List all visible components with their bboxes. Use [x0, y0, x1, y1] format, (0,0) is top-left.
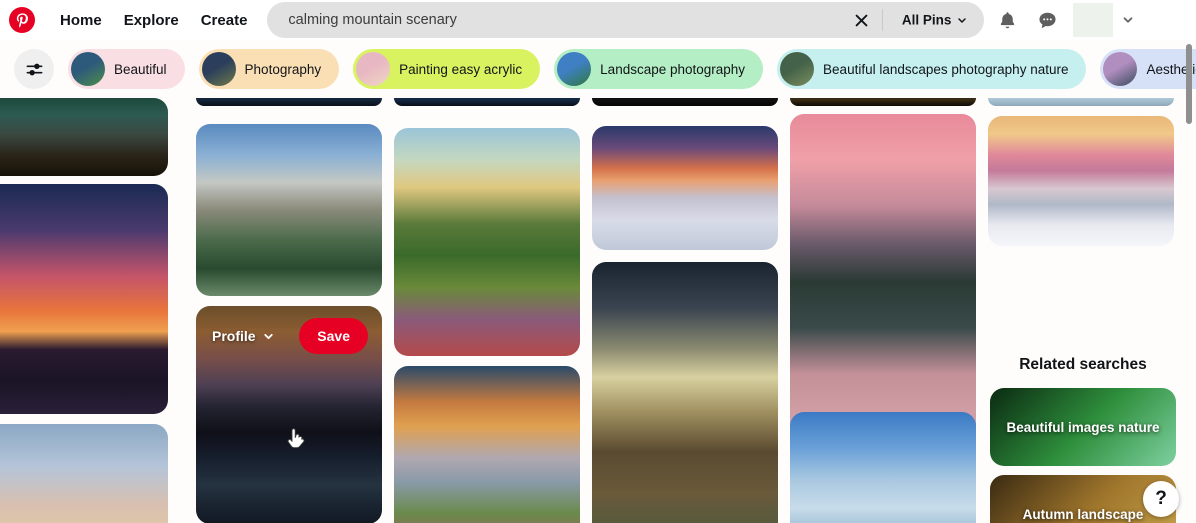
scrollbar-thumb[interactable] — [1186, 44, 1192, 124]
pin-image — [196, 124, 382, 296]
chip-thumbnail — [71, 52, 105, 86]
pin-wildflower-meadow-sunrise[interactable] — [394, 128, 580, 356]
pin-image — [0, 424, 168, 523]
pin-partial-top-6[interactable] — [988, 98, 1174, 106]
all-pins-dropdown[interactable]: All Pins — [902, 13, 969, 28]
chip-thumbnail — [557, 52, 592, 86]
search-input-value: calming mountain scenary — [288, 12, 457, 28]
pin-image — [592, 262, 778, 523]
pin-sunset-peak-reflection[interactable] — [0, 184, 168, 414]
filter-chip-row: Beautiful Photography Painting easy acryli… — [0, 40, 1196, 98]
chip-label: Beautiful — [114, 61, 167, 77]
pin-mountain-river[interactable] — [196, 124, 382, 296]
pin-partial-top-3[interactable] — [394, 98, 580, 106]
close-icon[interactable] — [848, 7, 874, 33]
filter-chip-4[interactable]: Beautiful landscapes photography nature — [777, 49, 1087, 89]
chip-label: Painting easy acrylic — [399, 61, 523, 77]
pin-image — [0, 98, 168, 176]
chip-label: Beautiful landscapes photography nature — [823, 61, 1069, 77]
pin-partial-top-5[interactable] — [790, 98, 976, 106]
related-searches-title: Related searches — [1019, 356, 1147, 373]
pin-forest-aurora[interactable] — [0, 98, 168, 176]
pin-image — [196, 98, 382, 106]
pin-image — [394, 366, 580, 523]
help-button[interactable]: ? — [1143, 481, 1179, 517]
pin-board-selector[interactable]: Profile — [212, 328, 275, 344]
pin-partial-top-2[interactable] — [196, 98, 382, 106]
pin-image — [790, 98, 976, 106]
pin-snowy-firs-dawn[interactable] — [592, 126, 778, 250]
filter-chip-0[interactable]: Beautiful — [68, 49, 185, 89]
save-button[interactable]: Save — [299, 318, 368, 354]
nav-home[interactable]: Home — [49, 5, 113, 36]
pin-snow-sunset-ridge[interactable] — [988, 116, 1174, 246]
nav-explore[interactable]: Explore — [113, 5, 190, 36]
bell-icon[interactable] — [990, 3, 1024, 37]
chip-label: Photography — [244, 61, 322, 77]
chat-bubble-icon[interactable] — [1030, 3, 1064, 37]
pin-image — [988, 98, 1174, 106]
chip-thumbnail — [780, 52, 815, 86]
pin-pine-blue-dusk[interactable] — [0, 424, 168, 523]
search-area: calming mountain scenary All Pins — [267, 2, 985, 38]
related-search-label: Beautiful images nature — [1006, 419, 1160, 435]
pin-image — [988, 116, 1174, 246]
filter-chip-1[interactable]: Photography — [198, 49, 340, 89]
search-input[interactable]: calming mountain scenary — [267, 2, 985, 38]
top-header: Home Explore Create calming mountain sce… — [0, 0, 1196, 40]
sliders-icon[interactable] — [14, 49, 54, 89]
pin-image — [394, 98, 580, 106]
pin-image — [592, 98, 778, 106]
filter-chip-2[interactable]: Painting easy acrylic — [353, 49, 541, 89]
chip-thumbnail — [356, 52, 391, 86]
pin-image — [592, 126, 778, 250]
pin-partial-top-4[interactable] — [592, 98, 778, 106]
pin-mountain-meadow-sunset[interactable] — [394, 366, 580, 523]
pin-image — [0, 184, 168, 414]
account-chevron-down-icon[interactable] — [1115, 5, 1141, 35]
chevron-down-icon — [958, 17, 967, 23]
chip-thumbnail — [201, 52, 236, 86]
pin-dramatic-clouds-valley[interactable] — [592, 262, 778, 523]
pinterest-logo-icon[interactable] — [9, 7, 35, 33]
all-pins-label: All Pins — [901, 12, 952, 28]
pin-image — [790, 412, 976, 523]
header-divider — [882, 9, 884, 31]
pin-blue-mountain-range[interactable] — [790, 412, 976, 523]
chevron-down-icon — [263, 333, 273, 339]
related-search-card-0[interactable]: Beautiful images nature — [990, 388, 1176, 466]
pin-grid: Profile Save Related searches Beautiful i… — [0, 98, 1196, 523]
nav-create[interactable]: Create — [190, 5, 259, 36]
pin-board-label: Profile — [212, 328, 256, 344]
chip-label: Landscape photography — [600, 61, 746, 77]
chip-thumbnail — [1103, 52, 1138, 86]
filter-chip-3[interactable]: Landscape photography — [554, 49, 764, 89]
pin-image — [394, 128, 580, 356]
pin-lake-reflection-hovered[interactable]: Profile Save — [196, 306, 382, 523]
avatar[interactable] — [1073, 3, 1114, 37]
